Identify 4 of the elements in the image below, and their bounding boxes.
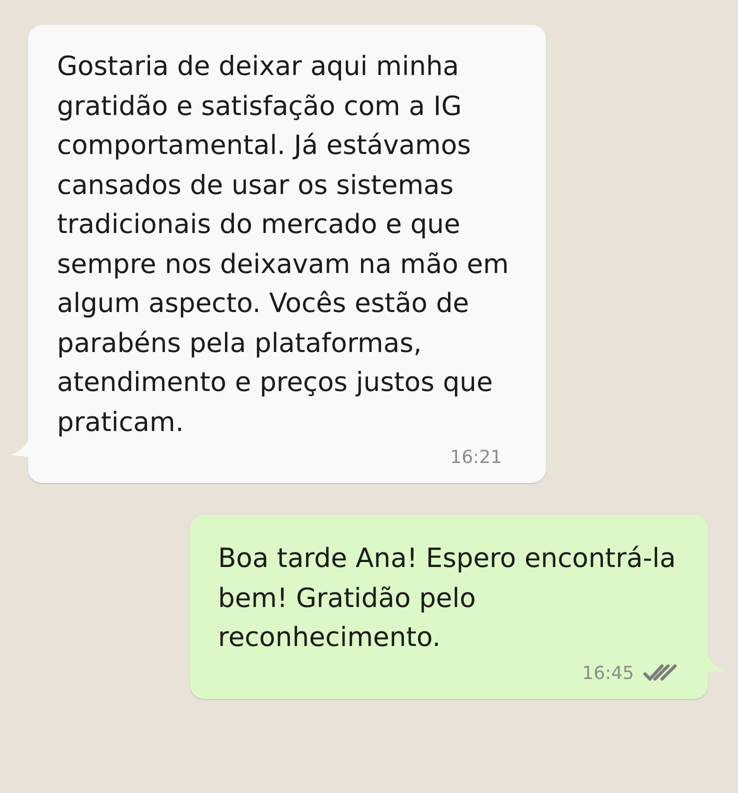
message-time: 16:45 [582, 662, 634, 686]
message-text: Gostaria de deixar aqui minha gratidão e satisfação com a IG comportamental. Já estávamos cansados de usar os sistemas tradicionais do mercado e que sempre nos deixavam na mão em algum aspecto. Vocês estão de parabéns pela plataformas, atendimento e preços justos que praticam. [57, 50, 510, 440]
message-text: Boa tarde Ana! Espero encontrá-la bem! Gratidão pelo reconhecimento. [218, 542, 677, 655]
message-time: 16:21 [450, 446, 502, 470]
